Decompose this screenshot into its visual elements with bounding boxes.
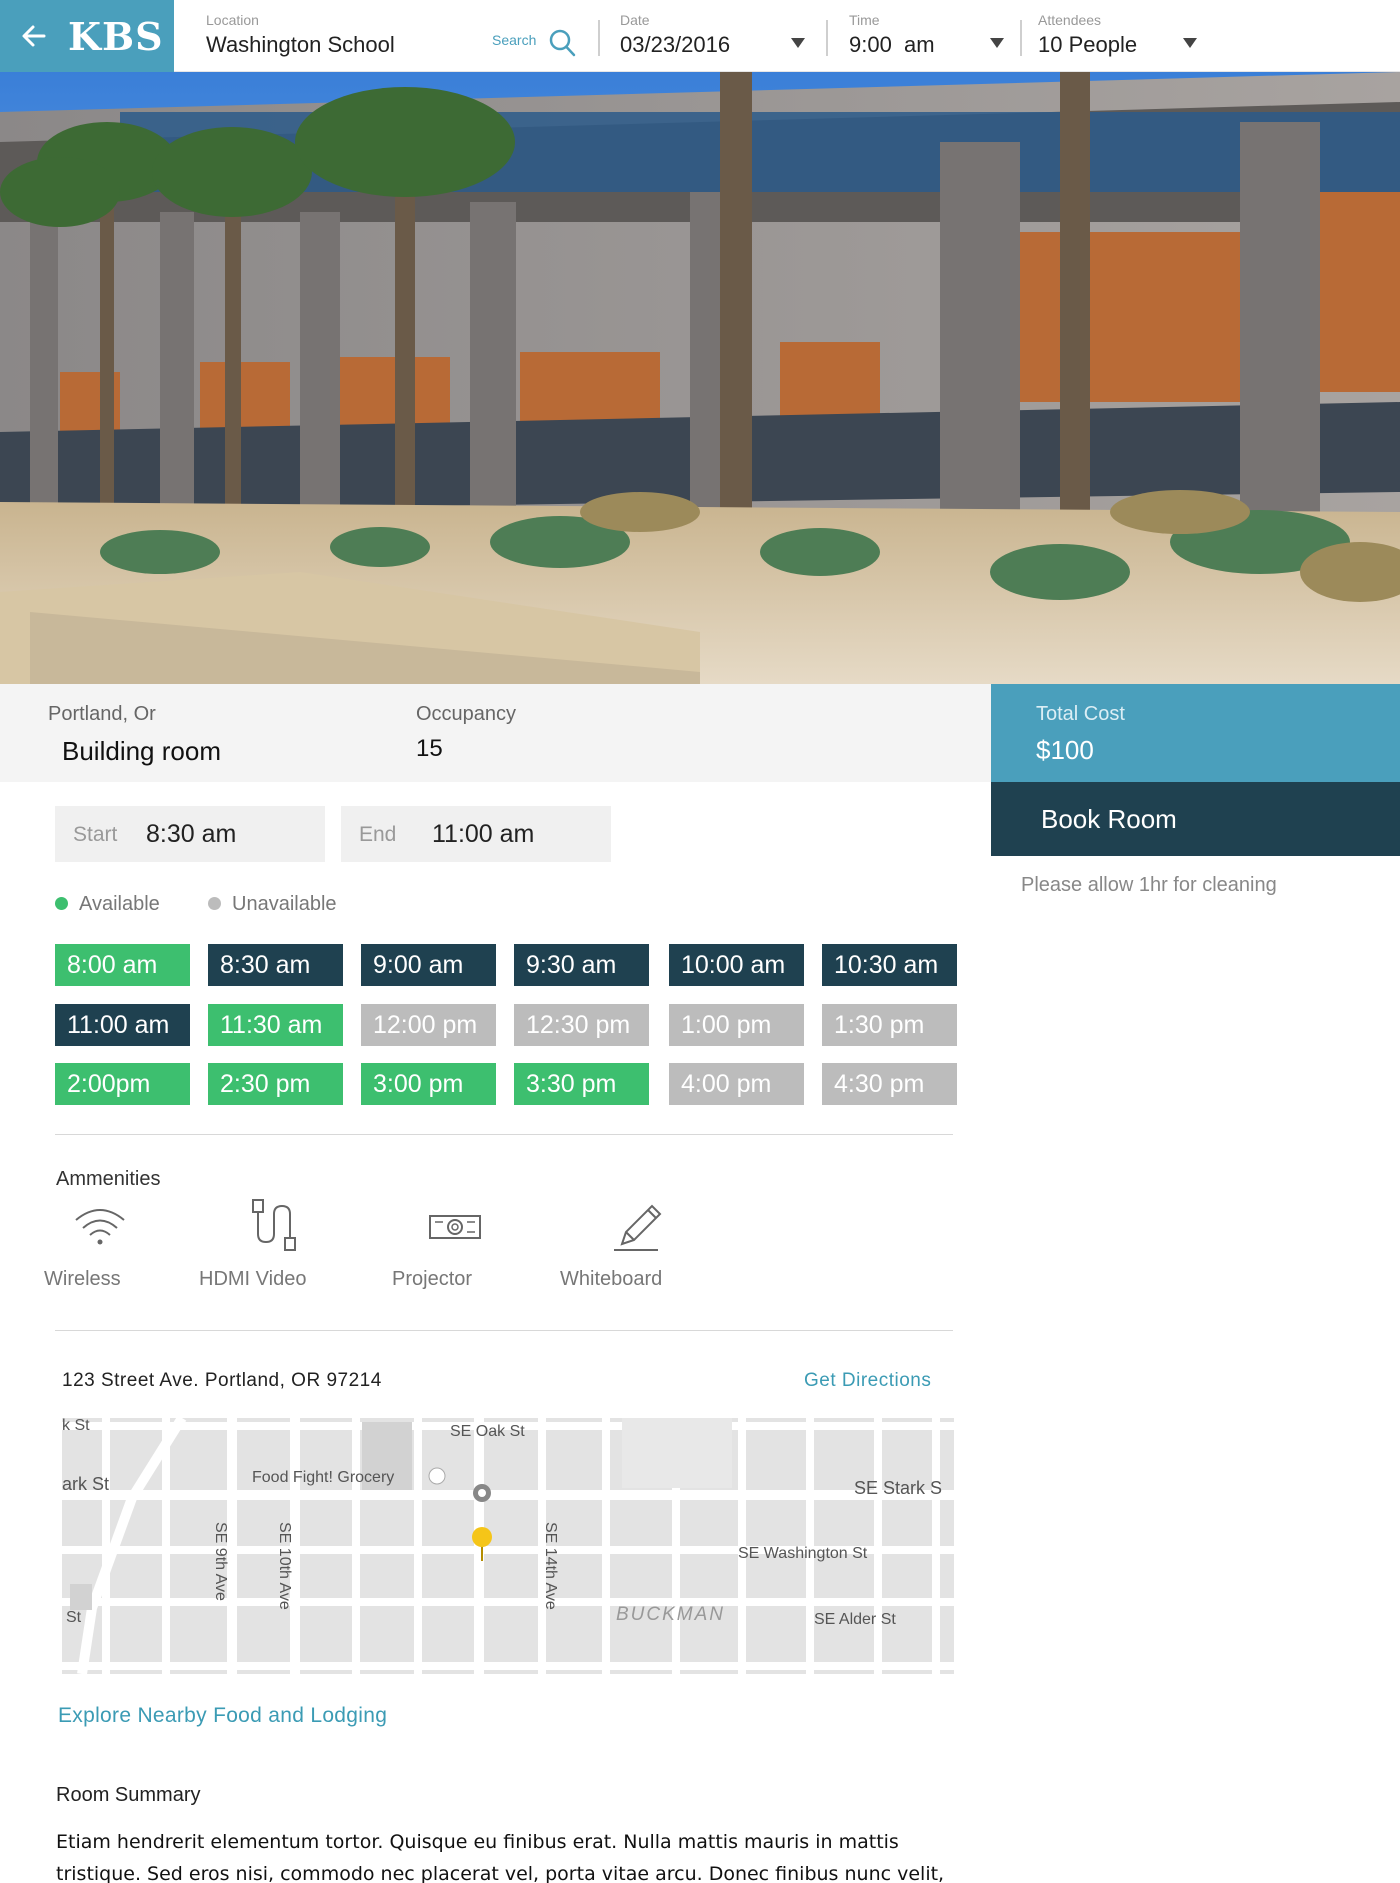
total-cost-panel: Total Cost $100: [991, 684, 1400, 782]
time-slot: 11:00 am: [55, 1004, 190, 1046]
start-time-field[interactable]: Start 8:30 am: [55, 806, 325, 862]
date-field[interactable]: Date 03/23/2016: [620, 0, 810, 72]
time-slot: 10:30 am: [822, 944, 957, 986]
pencil-icon: [614, 1204, 662, 1251]
start-value[interactable]: 8:30 am: [146, 820, 236, 849]
time-slot: 8:30 am: [208, 944, 343, 986]
amenity-label: Wireless: [44, 1268, 121, 1290]
date-value[interactable]: 03/23/2016: [620, 32, 730, 58]
unavailable-dot-icon: [208, 897, 221, 910]
location-map[interactable]: SE Oak St Food Fight! Grocery ark St SE …: [62, 1418, 954, 1674]
attendees-dropdown-icon[interactable]: [1183, 38, 1197, 48]
time-field[interactable]: Time 9:00 am: [849, 0, 999, 72]
map-label: SE Washington St: [738, 1545, 868, 1562]
building-photo-image: [0, 72, 1400, 684]
hdmi-cable-icon: [252, 1199, 296, 1251]
amenity-label: Whiteboard: [560, 1268, 663, 1290]
map-label: SE Stark S: [854, 1478, 942, 1498]
time-slot: 9:00 am: [361, 944, 496, 986]
explore-nearby-link[interactable]: Explore Nearby Food and Lodging: [58, 1704, 387, 1728]
time-slot: 9:30 am: [514, 944, 649, 986]
time-slot[interactable]: 3:00 pm: [361, 1063, 496, 1105]
search-label: Search: [492, 32, 537, 48]
logo[interactable]: KBS: [68, 14, 164, 59]
logo-block: KBS: [0, 0, 174, 72]
occupancy-value: 15: [416, 735, 443, 762]
available-dot-icon: [55, 897, 68, 910]
room-city: Portland, Or: [48, 703, 156, 725]
room-info-band: Portland, Or Building room Occupancy 15: [0, 684, 991, 782]
book-room-button[interactable]: Book Room: [991, 782, 1400, 856]
attendees-value[interactable]: 10 People: [1038, 32, 1137, 58]
end-value[interactable]: 11:00 am: [432, 820, 534, 849]
total-cost-value: $100: [1036, 735, 1094, 765]
time-slot[interactable]: 3:30 pm: [514, 1063, 649, 1105]
map-label: St: [66, 1609, 82, 1626]
date-label: Date: [620, 12, 650, 28]
amenities-title: Ammenities: [56, 1168, 161, 1190]
amenity-label: Projector: [392, 1268, 473, 1290]
time-slot: 10:00 am: [669, 944, 804, 986]
attendees-field[interactable]: Attendees 10 People: [1038, 0, 1188, 72]
room-name: Building room: [62, 736, 221, 766]
map-label: ark St: [62, 1474, 109, 1494]
wifi-icon: [75, 1209, 125, 1245]
legend-available: Available: [79, 893, 160, 915]
time-slot[interactable]: 2:30 pm: [208, 1063, 343, 1105]
time-slot: 12:30 pm: [514, 1004, 649, 1046]
map-label: SE Oak St: [450, 1423, 525, 1440]
divider: [55, 1134, 953, 1135]
end-label: End: [359, 823, 397, 846]
total-cost-label: Total Cost: [1036, 703, 1125, 725]
map-label: Food Fight! Grocery: [252, 1469, 394, 1486]
time-dropdown-icon[interactable]: [990, 38, 1004, 48]
map-label: SE 10th Ave: [276, 1522, 293, 1610]
time-slot[interactable]: 8:00 am: [55, 944, 190, 986]
divider: [826, 20, 828, 56]
map-label: SE 9th Ave: [212, 1522, 229, 1601]
location-label: Location: [206, 12, 259, 28]
map-label: k St: [62, 1418, 90, 1434]
time-slot: 4:30 pm: [822, 1063, 957, 1105]
room-booking-page: KBS Location Washington School Search Da…: [0, 0, 1400, 1883]
search-icon: [549, 29, 576, 57]
room-summary-title: Room Summary: [56, 1784, 201, 1806]
time-slot: 4:00 pm: [669, 1063, 804, 1105]
time-slot: 1:30 pm: [822, 1004, 957, 1046]
date-dropdown-icon[interactable]: [791, 38, 805, 48]
room-photo: [0, 72, 1400, 684]
divider: [598, 20, 600, 56]
time-slot: 1:00 pm: [669, 1004, 804, 1046]
room-summary-text: Etiam hendrerit elementum tortor. Quisqu…: [56, 1831, 945, 1883]
top-bar: KBS Location Washington School Search Da…: [0, 0, 1400, 72]
room-address: 123 Street Ave. Portland, OR 97214: [62, 1370, 382, 1391]
map-label: SE Alder St: [814, 1611, 896, 1628]
time-value[interactable]: 9:00 am: [849, 32, 935, 58]
back-arrow-icon[interactable]: [20, 22, 48, 50]
projector-icon: [429, 1215, 481, 1239]
map-label: BUCKMAN: [616, 1604, 725, 1625]
time-label: Time: [849, 12, 880, 28]
get-directions-link[interactable]: Get Directions: [804, 1370, 931, 1392]
divider: [1020, 20, 1022, 56]
divider: [55, 1330, 953, 1331]
amenity-label: HDMI Video: [199, 1268, 307, 1290]
attendees-label: Attendees: [1038, 12, 1102, 28]
map-canvas: SE Oak St Food Fight! Grocery ark St SE …: [62, 1418, 954, 1674]
time-slot[interactable]: 11:30 am: [208, 1004, 343, 1046]
search-button[interactable]: Search: [492, 26, 582, 58]
occupancy-label: Occupancy: [416, 703, 517, 725]
location-value[interactable]: Washington School: [206, 32, 395, 58]
location-field[interactable]: Location Washington School: [206, 0, 486, 72]
map-label: SE 14th Ave: [542, 1522, 559, 1610]
cleaning-note: Please allow 1hr for cleaning: [1021, 874, 1277, 896]
time-slot[interactable]: 2:00pm: [55, 1063, 190, 1105]
start-label: Start: [73, 823, 118, 846]
book-room-label: Book Room: [1041, 804, 1177, 834]
end-time-field[interactable]: End 11:00 am: [341, 806, 611, 862]
legend-unavailable: Unavailable: [232, 893, 337, 915]
time-slot: 12:00 pm: [361, 1004, 496, 1046]
